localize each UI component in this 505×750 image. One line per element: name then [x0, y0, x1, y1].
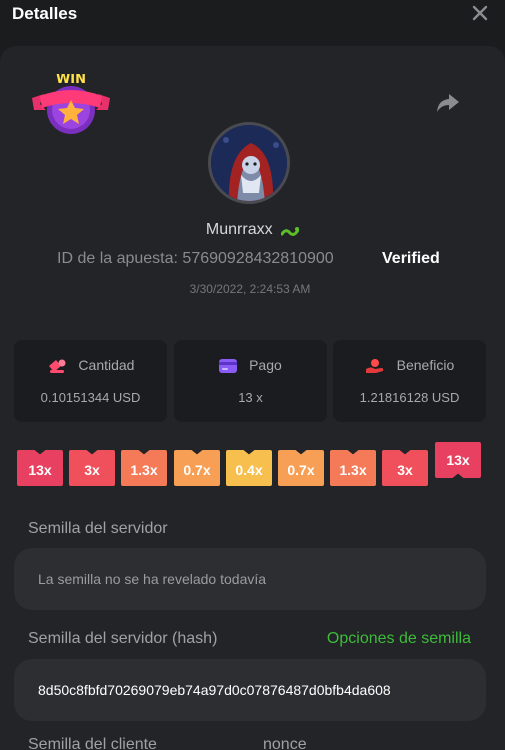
verified-link[interactable]: Verified [382, 250, 440, 268]
bet-id-label: ID de la apuesta: [57, 250, 178, 267]
multiplier-chip: 3x [69, 450, 115, 486]
bet-id: ID de la apuesta: 57690928432810900 [57, 250, 334, 268]
stat-value: 1.21816128 USD [359, 390, 460, 405]
multiplier-chip: 1.3x [121, 450, 167, 486]
bet-date: 3/30/2022, 2:24:53 AM [189, 282, 311, 296]
multiplier-chip: 0.7x [278, 450, 324, 486]
bet-id-value: 5769092843281090 [182, 250, 325, 267]
hand-coin-icon [365, 359, 383, 374]
close-icon [472, 5, 488, 21]
page-title: Detalles [12, 4, 78, 23]
stat-card-payout: Pago 13 x [174, 340, 327, 422]
stats-row: Cantidad 0.10151344 USD Pago 13 x Benefi… [14, 340, 486, 422]
seed-options-link[interactable]: Opciones de semilla [327, 630, 471, 648]
share-icon [437, 94, 459, 112]
multiplier-chip: 3x [382, 450, 428, 486]
client-seed-label: Semilla del cliente [28, 736, 157, 750]
svg-text:WIN: WIN [56, 74, 86, 87]
coins-icon [48, 359, 66, 374]
server-seed-label: Semilla del servidor [28, 520, 168, 537]
bet-id-suffix: 0 [324, 250, 334, 267]
stat-label: Beneficio [396, 357, 455, 373]
multiplier-chip: 13x [17, 450, 63, 486]
multiplier-chip: 13x [435, 442, 481, 478]
username-row: Munrraxx [0, 221, 505, 239]
multiplier-row: 13x 3x 1.3x 0.7x 0.4x 0.7x 1.3x 3x 13x [17, 442, 487, 488]
server-seed-hash-field[interactable]: 8d50c8fbfd70269079eb74a97d0c07876487d0bf… [14, 659, 486, 721]
stat-value: 0.10151344 USD [40, 390, 141, 405]
win-badge-icon: WIN [30, 72, 112, 136]
stat-label: Cantidad [78, 357, 135, 373]
server-seed-hash-label: Semilla del servidor (hash) [28, 630, 218, 647]
share-button[interactable] [435, 92, 461, 114]
stat-value: 13 x [238, 390, 263, 405]
details-panel: WIN Munrraxx ID de la apuesta: 576909284… [0, 46, 505, 750]
stat-card-profit: Beneficio 1.21816128 USD [333, 340, 486, 422]
multiplier-chip: 0.4x [226, 450, 272, 486]
header: Detalles [0, 0, 505, 46]
stat-card-amount: Cantidad 0.10151344 USD [14, 340, 167, 422]
nonce-label: nonce [263, 736, 307, 750]
avatar [208, 122, 290, 204]
server-seed-field[interactable]: La semilla no se ha revelado todavía [14, 548, 486, 610]
stat-label: Pago [249, 357, 282, 373]
username: Munrraxx [205, 221, 273, 238]
multiplier-chip: 0.7x [174, 450, 220, 486]
multiplier-chip: 1.3x [330, 450, 376, 486]
close-button[interactable] [471, 4, 489, 22]
card-icon [219, 359, 238, 374]
snake-icon [280, 224, 300, 236]
